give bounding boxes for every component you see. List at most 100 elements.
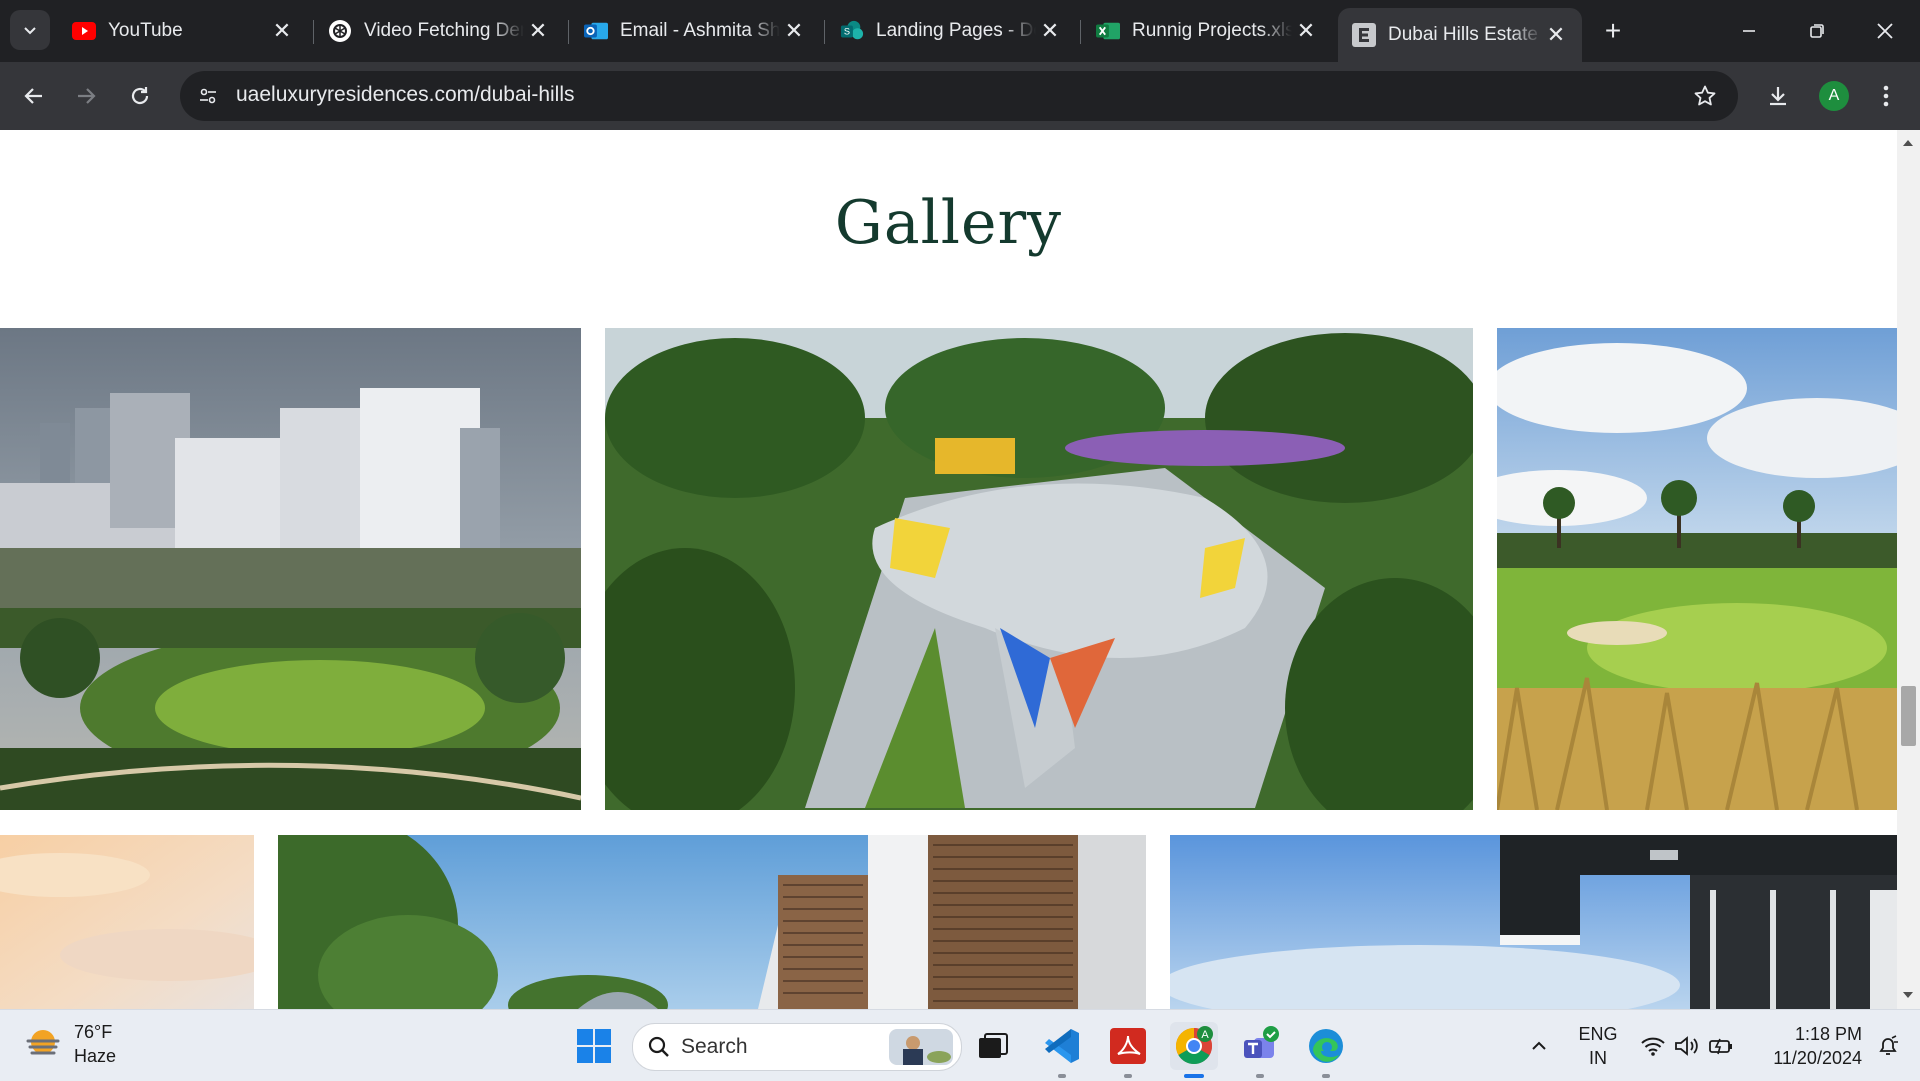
running-indicator [1322, 1074, 1330, 1078]
notifications-button[interactable] [1866, 1022, 1910, 1070]
tab-dubai-hills-estate[interactable]: Dubai Hills Estate ✕ [1338, 8, 1582, 62]
star-icon [1694, 85, 1716, 106]
browser-menu-button[interactable] [1868, 78, 1904, 114]
wifi-icon [1641, 1037, 1665, 1056]
pdf-icon [1110, 1028, 1146, 1064]
tab-separator [1080, 20, 1081, 44]
reload-button[interactable] [120, 76, 160, 116]
outlook-icon [584, 19, 608, 43]
weather-condition: Haze [74, 1046, 117, 1066]
photo-modern-villa-facade[interactable] [278, 835, 1146, 1009]
profile-avatar[interactable]: A [1819, 81, 1849, 111]
battery-icon [1709, 1038, 1732, 1055]
tab-youtube[interactable]: YouTube ✕ [58, 8, 308, 54]
gallery-heading: Gallery [834, 188, 1063, 258]
clock-date: 11/20/2024 [1773, 1048, 1862, 1068]
close-window-button[interactable] [1862, 8, 1908, 54]
taskbar-search-label: Search [681, 1035, 748, 1058]
close-icon[interactable]: ✕ [1292, 17, 1320, 45]
tab-title: Dubai Hills Estate [1388, 24, 1538, 45]
vscode-taskbar-button[interactable] [1038, 1022, 1086, 1070]
chrome-icon: A [1175, 1026, 1213, 1065]
windows-logo-icon [577, 1029, 611, 1063]
photo-villa-overhang[interactable] [1170, 835, 1897, 1009]
search-icon [648, 1036, 669, 1057]
restore-button[interactable] [1794, 8, 1840, 54]
tab-strip: YouTube ✕ Video Fetching Demo ✕ Email - … [0, 0, 1920, 62]
tab-running-projects[interactable]: Runnig Projects.xlsx ✕ [1082, 8, 1332, 54]
tab-title: Runnig Projects.xlsx [1132, 20, 1292, 41]
scrollbar-thumb[interactable] [1901, 686, 1916, 746]
close-icon[interactable]: ✕ [524, 17, 552, 45]
taskbar-search-box[interactable]: Search [632, 1023, 962, 1071]
site-info-button[interactable] [192, 80, 224, 112]
elementor-icon [1352, 23, 1376, 47]
tab-separator [824, 20, 825, 44]
chatgpt-icon [328, 19, 352, 43]
excel-icon [1096, 19, 1120, 43]
scroll-up-icon[interactable] [1903, 140, 1913, 146]
arrow-right-icon [78, 88, 96, 104]
browser-toolbar: uaeluxuryresidences.com/dubai-hills A [0, 62, 1920, 130]
chrome-taskbar-button[interactable]: A [1170, 1022, 1218, 1070]
close-icon[interactable]: ✕ [780, 17, 808, 45]
bookmark-button[interactable] [1690, 81, 1720, 111]
show-hidden-icons-button[interactable] [1516, 1022, 1562, 1070]
back-button[interactable] [14, 76, 54, 116]
forward-button[interactable] [66, 76, 106, 116]
page-scrollbar[interactable] [1897, 130, 1920, 1009]
tab-title: YouTube [108, 20, 183, 41]
running-indicator [1058, 1074, 1066, 1078]
language-indicator[interactable]: ENG IN [1576, 1022, 1620, 1070]
chrome-profile-badge: A [1201, 1029, 1209, 1041]
more-vertical-icon [1883, 85, 1889, 107]
photo-residential-towers-park[interactable] [0, 328, 581, 810]
sharepoint-icon: S [840, 19, 864, 43]
arrow-left-icon [24, 88, 42, 104]
running-indicator [1256, 1074, 1264, 1078]
tune-icon [200, 88, 216, 104]
search-highlight-image-icon [889, 1029, 953, 1065]
close-icon[interactable]: ✕ [1542, 21, 1570, 49]
weather-widget[interactable]: 76°F Haze [24, 1020, 116, 1068]
scroll-down-icon[interactable] [1903, 992, 1913, 998]
tab-title: Landing Pages - Documents [876, 20, 1036, 41]
tab-search-button[interactable] [10, 10, 50, 50]
chevron-up-icon [1532, 1041, 1546, 1050]
teams-taskbar-button[interactable] [1236, 1022, 1284, 1070]
new-tab-button[interactable]: + [1596, 14, 1630, 48]
tab-title: Email - Ashmita Sharma [620, 20, 780, 41]
tab-video-fetching[interactable]: Video Fetching Demo ✕ [314, 8, 564, 54]
task-view-icon [979, 1033, 1008, 1058]
start-button[interactable] [570, 1022, 618, 1070]
downloads-button[interactable] [1760, 78, 1796, 114]
tab-email[interactable]: Email - Ashmita Sharma ✕ [570, 8, 820, 54]
task-view-button[interactable] [969, 1022, 1017, 1070]
clock[interactable]: 1:18 PM 11/20/2024 [1756, 1022, 1862, 1070]
photo-sunset-sky[interactable] [0, 835, 254, 1009]
edge-taskbar-button[interactable] [1302, 1022, 1350, 1070]
close-icon[interactable]: ✕ [1036, 17, 1064, 45]
clock-time: 1:18 PM [1794, 1024, 1862, 1044]
download-icon [1770, 87, 1786, 106]
address-bar[interactable]: uaeluxuryresidences.com/dubai-hills [180, 71, 1738, 121]
url-text[interactable]: uaeluxuryresidences.com/dubai-hills [236, 83, 575, 107]
active-indicator [1184, 1074, 1204, 1078]
close-icon[interactable]: ✕ [268, 17, 296, 45]
close-icon [1877, 23, 1893, 39]
acrobat-taskbar-button[interactable] [1104, 1022, 1152, 1070]
youtube-icon [72, 19, 96, 43]
language-region: IN [1589, 1048, 1607, 1068]
notification-bell-icon [1879, 1035, 1898, 1055]
quick-settings-button[interactable] [1634, 1022, 1740, 1070]
minimize-button[interactable] [1726, 8, 1772, 54]
chevron-down-icon [24, 27, 36, 35]
web-page: Gallery [0, 130, 1897, 1009]
tab-landing-pages[interactable]: S Landing Pages - Documents ✕ [826, 8, 1076, 54]
photo-skate-park[interactable] [605, 328, 1473, 810]
photo-golf-course[interactable] [1497, 328, 1897, 810]
tab-separator [568, 20, 569, 44]
teams-icon [1244, 1026, 1279, 1058]
vscode-icon [1045, 1029, 1079, 1063]
restore-icon [1810, 24, 1824, 38]
